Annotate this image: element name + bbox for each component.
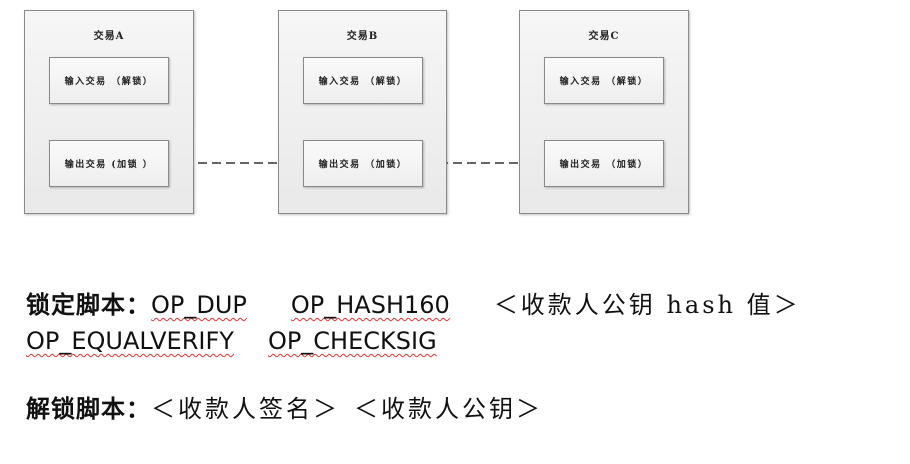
- signature-text: ＜收款人签名＞: [151, 395, 340, 423]
- unlocking-script-label: 解锁脚本：: [26, 394, 151, 423]
- transaction-c-panel: 交易C 输入交易 （解锁） 输出交易 （加锁）: [519, 10, 689, 214]
- transaction-a-output-box: 输出交易 (加锁 ）: [49, 140, 169, 187]
- transaction-b-title: 交易B: [346, 31, 379, 42]
- transaction-b-input-box: 输入交易 （解锁）: [303, 57, 423, 104]
- locking-script-line-2: OP_EQUALVERIFY OP_CHECKSIG: [26, 326, 437, 356]
- pubkey-hash-text: ＜收款人公钥 hash 值＞: [493, 291, 801, 319]
- locking-script-line-1: 锁定脚本：OP_DUP OP_HASH160 ＜收款人公钥 hash 值＞: [26, 290, 801, 320]
- transaction-c-output-box: 输出交易 （加锁）: [544, 140, 664, 187]
- transaction-a-title: 交易A: [93, 31, 125, 42]
- op-equalverify-text: OP_EQUALVERIFY: [26, 327, 234, 355]
- transaction-c-title: 交易C: [588, 31, 620, 42]
- transaction-c-input-box: 输入交易 （解锁）: [544, 57, 664, 104]
- transaction-a-input-box: 输入交易 （解锁）: [49, 57, 169, 104]
- unlocking-script-line: 解锁脚本：＜收款人签名＞ ＜收款人公钥＞: [26, 394, 543, 424]
- op-checksig-text: OP_CHECKSIG: [267, 327, 437, 355]
- op-dup-text: OP_DUP: [151, 291, 247, 319]
- pubkey-text: ＜收款人公钥＞: [354, 395, 543, 423]
- locking-script-label: 锁定脚本：: [26, 290, 151, 319]
- transaction-a-panel: 交易A 输入交易 （解锁） 输出交易 (加锁 ）: [24, 10, 194, 214]
- op-hash160-text: OP_HASH160: [290, 291, 450, 319]
- transaction-b-panel: 交易B 输入交易 （解锁） 输出交易 （加锁）: [278, 10, 447, 214]
- transaction-b-output-box: 输出交易 （加锁）: [303, 140, 423, 187]
